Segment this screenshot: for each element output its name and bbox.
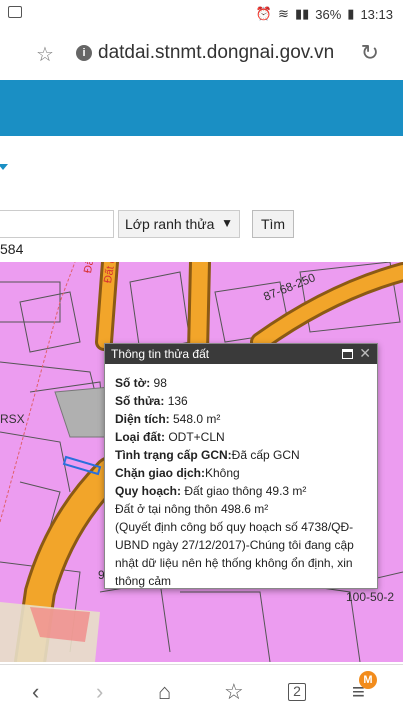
forward-icon[interactable]: › (96, 679, 103, 705)
status-bar: ⏰ ≋ ▮▮ 36% ▮ 13:13 (0, 0, 403, 28)
menu-caret-icon[interactable] (0, 164, 8, 170)
menu-badge: M (359, 671, 377, 689)
search-button[interactable]: Tìm (252, 210, 294, 238)
layer-select-value: Lớp ranh thửa (125, 216, 215, 232)
bookmark-star-icon[interactable]: ☆ (36, 42, 54, 67)
reload-icon[interactable]: ↻ (361, 40, 379, 66)
so-to-row: Số tờ: 98 (115, 376, 167, 390)
quy-hoach-row: Quy hoạch: Đất giao thông 49.3 m² (115, 484, 307, 498)
signal-icon: ▮▮ (294, 6, 310, 21)
alarm-icon: ⏰ (255, 6, 273, 21)
site-header (0, 80, 403, 136)
map-label-code2: RSX (0, 412, 25, 426)
quy-hoach-line2: Đất ở tại nông thôn 498.6 m² (115, 502, 269, 516)
close-icon[interactable]: ✕ (359, 345, 371, 362)
status-icons: ⏰ ≋ ▮▮ 36% ▮ 13:13 (256, 6, 393, 22)
site-info-icon[interactable]: i (76, 45, 92, 61)
dien-tich-row: Diện tích: 548.0 m² (115, 412, 221, 426)
battery-icon: ▮ (347, 6, 355, 21)
popup-title: Thông tin thửa đất (111, 347, 210, 361)
parcel-info-popup: Thông tin thửa đất ✕ Số tờ: 98 Số thửa: … (104, 343, 378, 589)
browser-bottom-nav: ‹ › ⌂ ☆ 2 ≡ M (0, 664, 403, 717)
clock: 13:13 (360, 6, 393, 22)
maximize-icon[interactable] (342, 349, 353, 359)
popup-titlebar: Thông tin thửa đất ✕ (105, 344, 377, 364)
popup-body: Số tờ: 98 Số thửa: 136 Diện tích: 548.0 … (105, 364, 377, 600)
popup-note: (Quyết định công bố quy hoạch số 4738/QĐ… (115, 520, 354, 588)
search-input[interactable] (0, 210, 114, 238)
browser-url-bar: ☆ i datdai.stnmt.dongnai.gov.vn ↻ (0, 28, 403, 80)
tabs-icon[interactable]: 2 (288, 683, 306, 701)
layer-select[interactable]: Lớp ranh thửa ▼ (118, 210, 240, 238)
gcn-row: Tình trạng cấp GCN:Đã cấp GCN (115, 448, 300, 462)
so-thua-row: Số thửa: 136 (115, 394, 188, 408)
site-subbar (0, 136, 403, 204)
wifi-icon: ≋ (278, 6, 289, 21)
battery-percent: 36% (315, 6, 342, 22)
dropdown-arrow-icon: ▼ (221, 216, 233, 230)
search-row: Lớp ranh thửa ▼ Tìm 584 (0, 204, 403, 260)
home-icon[interactable]: ⌂ (158, 679, 171, 705)
coordinate-text: 584 (0, 241, 24, 257)
chan-giao-dich-row: Chặn giao dịch:Không (115, 466, 240, 480)
loai-dat-row: Loại đất: ODT+CLN (115, 430, 225, 444)
bookmarks-icon[interactable]: ☆ (224, 679, 244, 705)
back-icon[interactable]: ‹ (32, 679, 39, 705)
url-text[interactable]: datdai.stnmt.dongnai.gov.vn (98, 42, 334, 64)
image-notification-icon (8, 6, 22, 18)
